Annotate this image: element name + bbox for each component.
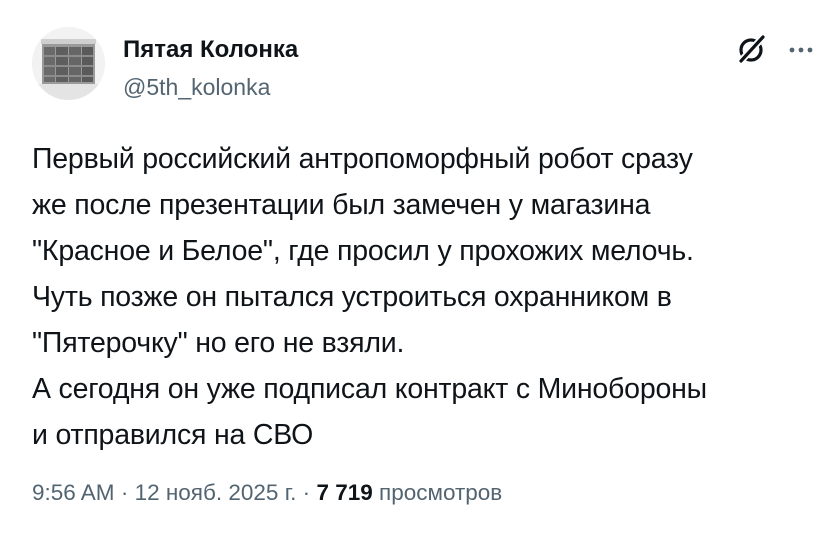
author-name[interactable]: Пятая Колонка [123, 35, 298, 65]
avatar-image [32, 27, 105, 100]
tweet-meta: 9:56 AM · 12 нояб. 2025 г. · 7 719 просм… [32, 478, 502, 508]
views-count: 7 719 [316, 480, 373, 505]
tweet-date: 12 нояб. 2025 г. [134, 480, 297, 505]
grok-icon[interactable] [734, 31, 770, 67]
avatar[interactable] [32, 27, 105, 100]
meta-separator: · [302, 480, 311, 505]
tweet-line: "Пятерочку" но его не взяли. [32, 327, 405, 359]
tweet-line: А сегодня он уже подписал контракт с Мин… [32, 373, 707, 405]
tweet-line: "Красное и Белое", где просил у прохожих… [32, 235, 694, 267]
author-handle[interactable]: @5th_kolonka [123, 72, 270, 102]
tweet-line: Чуть позже он пытался устроиться охранни… [32, 281, 672, 313]
more-icon[interactable] [786, 34, 816, 64]
tweet-line: же после презентации был замечен у магаз… [32, 189, 651, 221]
meta-separator: · [120, 480, 129, 505]
views-label: просмотров [379, 480, 503, 505]
tweet-line: Первый российский антропоморфный робот с… [32, 143, 693, 175]
views-link[interactable]: 7 719 просмотров [316, 480, 502, 505]
tweet-text: Первый российский антропоморфный робот с… [32, 136, 818, 458]
tweet-timestamp[interactable]: 9:56 AM · 12 нояб. 2025 г. [32, 480, 296, 505]
tweet-line: и отправился на СВО [32, 419, 314, 451]
tweet-time: 9:56 AM [32, 480, 115, 505]
